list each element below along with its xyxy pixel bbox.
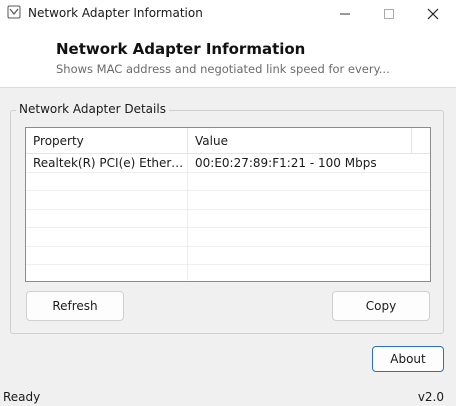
list-row[interactable]: [26, 228, 430, 247]
list-row[interactable]: [26, 172, 430, 191]
header-title: Network Adapter Information: [56, 40, 306, 58]
cell-value: [188, 247, 412, 265]
maximize-button[interactable]: [366, 0, 412, 27]
cell-property: [26, 228, 188, 246]
close-button[interactable]: [410, 0, 456, 27]
status-text: Ready: [3, 390, 41, 404]
minimize-button[interactable]: [322, 0, 368, 27]
list-header: Property Value: [26, 128, 430, 154]
cell-property: Realtek(R) PCI(e) Ethernet ...: [26, 154, 188, 172]
groupbox-label: Network Adapter Details: [16, 102, 169, 116]
copy-button[interactable]: Copy: [332, 291, 430, 321]
cell-value: [188, 173, 412, 191]
list-row[interactable]: [26, 191, 430, 210]
cell-property: [26, 265, 188, 281]
column-header-value[interactable]: Value: [188, 128, 412, 154]
list-row[interactable]: [26, 246, 430, 265]
title-bar: Network Adapter Information: [0, 0, 456, 27]
close-icon: [427, 8, 439, 19]
cell-property: [26, 246, 188, 265]
minimize-icon: [340, 13, 350, 14]
list-row[interactable]: [26, 265, 430, 281]
list-row[interactable]: [26, 209, 430, 228]
version-label: v2.0: [417, 390, 444, 404]
list-row[interactable]: Realtek(R) PCI(e) Ethernet ... 00:E0:27:…: [26, 154, 430, 173]
maximize-icon: [384, 8, 394, 19]
window-title: Network Adapter Information: [28, 6, 203, 20]
adapter-details-list[interactable]: Property Value Realtek(R) PCI(e) Etherne…: [25, 127, 431, 282]
cell-property: [26, 172, 188, 191]
cell-value: 00:E0:27:89:F1:21 - 100 Mbps: [195, 156, 377, 170]
column-header-property[interactable]: Property: [26, 128, 188, 154]
cell-value: [188, 210, 412, 228]
cell-value: [188, 191, 412, 209]
column-header-filler: [412, 128, 430, 154]
cell-property: [26, 191, 188, 209]
header-subtitle: Shows MAC address and negotiated link sp…: [56, 62, 390, 76]
refresh-button[interactable]: Refresh: [26, 291, 124, 321]
about-button[interactable]: About: [372, 346, 444, 372]
cell-property: [26, 209, 188, 228]
app-window-icon: [7, 5, 21, 19]
status-bar: Ready v2.0: [0, 388, 456, 406]
list-rows: Realtek(R) PCI(e) Ethernet ... 00:E0:27:…: [26, 154, 430, 281]
header-panel: Network Adapter Information Shows MAC ad…: [0, 27, 456, 88]
cell-value: [188, 228, 412, 246]
cell-value: [188, 265, 412, 281]
